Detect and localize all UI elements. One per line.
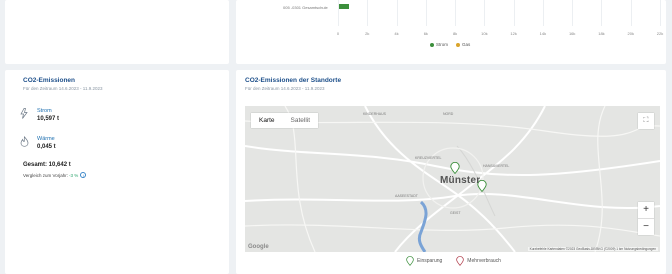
map-view[interactable]: Karte Satellit ⛶ KREUZVIERTEL NORD HANSA… <box>245 106 660 252</box>
chart-bar-strom[interactable] <box>338 4 349 9</box>
district-label: HANSAVIERTEL <box>483 164 510 168</box>
info-icon[interactable]: i <box>80 172 87 178</box>
map-attribution[interactable]: Kurzbefehle Kartendaten ©2023 GeoBasis-D… <box>527 247 658 251</box>
x-tick-label: 22k <box>656 31 664 36</box>
x-tick-label: 6k <box>423 31 428 36</box>
legend-item-einsparung[interactable]: Einsparung <box>406 256 442 266</box>
legend-item-gas[interactable]: Gas <box>456 42 470 47</box>
gridline <box>338 0 339 26</box>
gridline <box>601 0 603 26</box>
x-tick-label: 18k <box>598 31 605 36</box>
x-tick-label: 4k <box>394 31 399 36</box>
district-label: AASEESTADT <box>395 194 418 198</box>
gridline <box>455 0 457 26</box>
legend-label: Einsparung <box>417 258 443 264</box>
top-left-card <box>5 0 229 64</box>
legend-label-gas: Gas <box>462 42 471 47</box>
year-comparison: Vergleich zum Vorjahr: -3 % i <box>23 172 87 178</box>
lightning-icon <box>19 108 29 120</box>
card-title: CO2-Emissionen <box>23 77 76 84</box>
flame-icon <box>19 136 29 148</box>
x-tick-label: 12k <box>510 31 517 36</box>
comparison-text: Vergleich zum Vorjahr: <box>23 172 69 178</box>
gridline <box>367 0 369 26</box>
card-subtitle: Für den Zeitraum 14.6.2023 - 11.9.2023 <box>23 86 103 91</box>
comparison-value: -3 % <box>69 172 79 178</box>
fullscreen-button[interactable]: ⛶ <box>638 113 654 129</box>
x-tick-label: 16k <box>568 31 576 36</box>
co2-sites-map-card: CO2-Emissionen der Standorte Für den Zei… <box>236 70 666 274</box>
marker-green-icon <box>406 256 414 266</box>
fullscreen-icon: ⛶ <box>643 117 649 124</box>
gridline <box>660 0 661 26</box>
x-tick-label: 20k <box>627 31 634 36</box>
emission-value: 10,597 t <box>37 116 60 122</box>
legend-label-strom: Strom <box>436 42 449 47</box>
google-logo: Google <box>248 244 269 250</box>
x-tick-label: 14k <box>539 31 547 36</box>
legend-item-strom[interactable]: Strom <box>430 42 448 47</box>
city-label: Münster <box>440 175 481 186</box>
legend-dot-gas <box>456 42 461 47</box>
total-emissions: Gesamt: 10,642 t <box>23 162 71 168</box>
marker-red-icon <box>456 256 465 266</box>
gridline <box>572 0 574 26</box>
zoom-in-button[interactable]: + <box>638 202 654 218</box>
district-label: KINDERHAUS <box>363 112 386 116</box>
x-tick-label: 2k <box>365 31 370 36</box>
district-label: GEIST <box>450 211 461 215</box>
chart-category-label: 005 -0301 Gesamtschule <box>283 5 328 10</box>
map-type-toggle: Karte Satellit <box>251 113 319 128</box>
gridline <box>542 0 544 26</box>
legend-dot-strom <box>430 42 434 47</box>
card-subtitle: Für den Zeitraum 14.6.2023 - 11.9.2023 <box>245 86 325 91</box>
zoom-controls: + − <box>638 202 654 235</box>
map-type-satellite[interactable]: Satellit <box>283 113 319 128</box>
emission-label: Wärme <box>37 136 55 142</box>
legend-label: Mehrverbrauch <box>467 258 501 264</box>
zoom-out-button[interactable]: − <box>638 219 654 235</box>
gridline <box>513 0 515 26</box>
gridline <box>396 0 398 26</box>
x-tick-label: 8k <box>452 31 458 36</box>
emission-row-waerme: Wärme 0,045 t <box>19 136 56 150</box>
chart-legend: Strom Gas <box>430 42 470 47</box>
gridline <box>425 0 427 26</box>
consumption-chart-card: 005 -0301 Gesamtschule 0 2k 4k 6k 8k 10k 12k 14… <box>236 0 666 64</box>
co2-emissions-card: CO2-Emissionen Für den Zeitraum 14.6.202… <box>5 70 229 274</box>
emission-value: 0,045 t <box>37 144 56 150</box>
map-legend: Einsparung Mehrverbrauch <box>406 256 501 266</box>
emission-label: Strom <box>37 108 52 114</box>
gridline <box>630 0 632 26</box>
x-tick-label: 0 <box>336 31 340 36</box>
district-label: NORD <box>443 112 454 116</box>
emission-row-strom: Strom 10,597 t <box>19 108 59 122</box>
legend-item-mehrverbrauch[interactable]: Mehrverbrauch <box>456 256 501 266</box>
gridline <box>484 0 486 26</box>
card-title: CO2-Emissionen der Standorte <box>245 77 342 84</box>
x-tick-label: 10k <box>481 31 488 36</box>
district-label: KREUZVIERTEL <box>415 156 442 160</box>
x-axis-ticks: 0 2k 4k 6k 8k 10k 12k 14k 16k 18k 20k 22k <box>336 31 664 37</box>
map-type-map[interactable]: Karte <box>251 113 283 128</box>
